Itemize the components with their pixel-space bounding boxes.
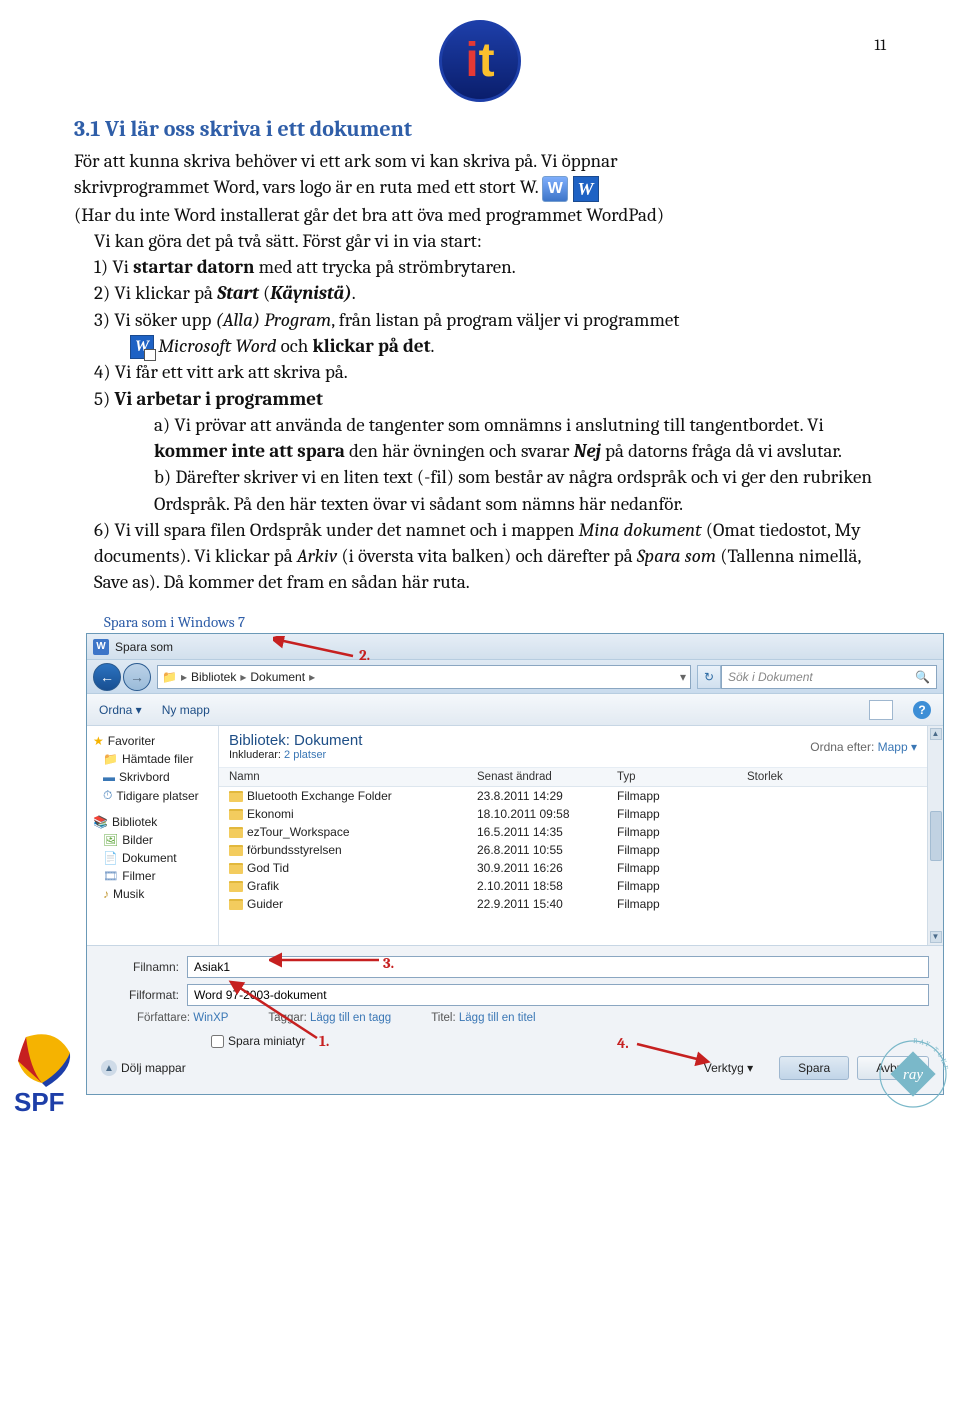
tools-menu[interactable]: Verktyg ▾: [704, 1061, 753, 1075]
pictures-icon: 🖼: [103, 833, 118, 847]
save-button[interactable]: Spara: [779, 1056, 849, 1080]
folder-icon: [229, 845, 243, 856]
annotation-3: 3.: [383, 954, 394, 972]
table-row[interactable]: God Tid30.9.2011 16:26Filmapp: [219, 859, 927, 877]
documents-icon: 📄: [103, 851, 118, 865]
back-button[interactable]: ←: [93, 663, 121, 691]
filename-input[interactable]: [187, 956, 929, 978]
desktop-icon: ▬: [103, 770, 115, 784]
view-options-button[interactable]: [869, 700, 893, 720]
sidebar-item-pictures[interactable]: 🖼Bilder: [91, 831, 214, 849]
recent-icon: ⏱: [103, 788, 112, 803]
library-icon: 📚: [93, 815, 108, 829]
column-headers[interactable]: Namn Senast ändrad Typ Storlek: [219, 768, 927, 787]
folder-icon: [229, 881, 243, 892]
annotation-2: 2.: [359, 646, 370, 664]
dialog-title: Spara som: [115, 640, 173, 654]
sort-control[interactable]: Ordna efter: Mapp ▾: [810, 740, 917, 754]
sidebar-favorites[interactable]: ★Favoriter: [91, 732, 214, 750]
sidebar-item-videos[interactable]: 🎞Filmer: [91, 867, 214, 885]
file-list: Bibliotek: Dokument Inkluderar: 2 platse…: [219, 726, 927, 945]
sidebar-item-documents[interactable]: 📄Dokument: [91, 849, 214, 867]
word-icon-2: W: [573, 176, 599, 202]
p1b-text: skrivprogrammet Word, vars logo är en ru…: [74, 176, 542, 198]
scrollbar[interactable]: ▲ ▼: [927, 726, 943, 945]
dialog-caption: Spara som i Windows 7: [104, 613, 886, 631]
search-icon: 🔍: [915, 670, 930, 684]
ray-logo: ray RAY TUKEE: [876, 1037, 950, 1111]
author-value[interactable]: WinXP: [193, 1012, 228, 1024]
breadcrumb[interactable]: 📁 ▸ Bibliotek ▸ Dokument ▸ ▾: [157, 665, 691, 689]
paragraph-1b: skrivprogrammet Word, vars logo är en ru…: [74, 174, 886, 202]
filename-label: Filnamn:: [101, 960, 187, 974]
videos-icon: 🎞: [103, 869, 118, 883]
star-icon: ★: [93, 734, 104, 748]
help-icon[interactable]: ?: [913, 701, 931, 719]
sidebar-libraries[interactable]: 📚Bibliotek: [91, 813, 214, 831]
organize-button[interactable]: Ordna ▾: [99, 703, 142, 717]
dialog-titlebar: W Spara som: [87, 634, 943, 660]
li-5b: b) Därefter skriver vi en liten text (-f…: [74, 464, 886, 516]
sidebar-item-music[interactable]: ♪Musik: [91, 885, 214, 903]
table-row[interactable]: Guider22.9.2011 15:40Filmapp: [219, 895, 927, 913]
music-icon: ♪: [103, 887, 109, 901]
table-row[interactable]: Bluetooth Exchange Folder23.8.2011 14:29…: [219, 787, 927, 805]
li-1: 1) Vi startar datorn med att trycka på s…: [74, 254, 886, 280]
word-small-icon: W: [93, 639, 109, 655]
spf-logo: SPF: [6, 1031, 96, 1117]
dialog-toolbar: Ordna ▾ Ny mapp ?: [87, 694, 943, 726]
sidebar-item-recent[interactable]: ⏱Tidigare platser: [91, 786, 214, 805]
table-row[interactable]: förbundsstyrelsen26.8.2011 10:55Filmapp: [219, 841, 927, 859]
hide-folders-button[interactable]: ▲ Dölj mappar: [101, 1060, 186, 1076]
folder-icon: [229, 827, 243, 838]
li-2: 2) Vi klickar på Start (Käynistä).: [74, 280, 886, 306]
folder-icon: [229, 809, 243, 820]
fileformat-label: Filformat:: [101, 988, 187, 1002]
refresh-button[interactable]: ↻: [697, 665, 721, 689]
locations-link[interactable]: 2 platser: [284, 749, 326, 761]
it-logo: it: [439, 20, 521, 102]
li-3-cont: W Microsoft Word och klickar på det.: [74, 333, 886, 360]
search-input[interactable]: Sök i Dokument 🔍: [721, 665, 937, 689]
title-value[interactable]: Lägg till en titel: [459, 1012, 536, 1024]
dialog-bottom-pane: Filnamn: Filformat: Författare: WinXP Ta…: [87, 946, 943, 1094]
li-3: 3) Vi söker upp (Alla) Program, från lis…: [74, 307, 886, 333]
folder-icon: [229, 863, 243, 874]
scroll-down-button[interactable]: ▼: [930, 931, 942, 943]
scroll-thumb[interactable]: [930, 811, 942, 861]
li-4: 4) Vi får ett vitt ark att skriva på.: [74, 359, 886, 385]
svg-text:ray: ray: [903, 1067, 923, 1083]
word-icon: W: [542, 176, 568, 202]
table-row[interactable]: ezTour_Workspace16.5.2011 14:35Filmapp: [219, 823, 927, 841]
li-5: 5) Vi arbetar i programmet: [74, 386, 886, 412]
paragraph-1a: För att kunna skriva behöver vi ett ark …: [74, 148, 886, 174]
library-heading: Bibliotek: Dokument: [229, 732, 362, 749]
li-6: 6) Vi vill spara filen Ordspråk under de…: [74, 517, 886, 596]
annotation-1: 1.: [319, 1032, 329, 1050]
folder-icon: [229, 899, 243, 910]
paragraph-2: (Har du inte Word installerat går det br…: [74, 202, 886, 228]
scroll-up-button[interactable]: ▲: [930, 728, 942, 740]
dialog-nav: ← → 📁 ▸ Bibliotek ▸ Dokument ▸ ▾ ↻ Sök i…: [87, 660, 943, 694]
svg-text:SPF: SPF: [14, 1087, 65, 1117]
section-heading: 3.1 Vi lär oss skriva i ett dokument: [74, 116, 886, 142]
fileformat-input[interactable]: [187, 984, 929, 1006]
save-as-dialog: W Spara som ← → 📁 ▸ Bibliotek ▸ Dokument…: [86, 633, 944, 1095]
page-number: 11: [874, 36, 886, 54]
table-row[interactable]: Ekonomi18.10.2011 09:58Filmapp: [219, 805, 927, 823]
new-folder-button[interactable]: Ny mapp: [162, 703, 210, 717]
annotation-4: 4.: [617, 1034, 629, 1052]
folder-icon: [229, 791, 243, 802]
li-pre: Vi kan göra det på två sätt. Först går v…: [74, 228, 886, 254]
word-shortcut-icon: W: [130, 335, 154, 359]
dialog-sidebar: ★Favoriter 📁Hämtade filer ▬Skrivbord ⏱Ti…: [87, 726, 219, 945]
forward-button[interactable]: →: [123, 663, 151, 691]
save-thumbnail-checkbox[interactable]: Spara miniatyr: [101, 1034, 929, 1048]
table-row[interactable]: Grafik2.10.2011 18:58Filmapp: [219, 877, 927, 895]
sidebar-item-downloads[interactable]: 📁Hämtade filer: [91, 750, 214, 768]
folder-icon: 📁: [103, 752, 118, 766]
sidebar-item-desktop[interactable]: ▬Skrivbord: [91, 768, 214, 786]
li-5a: a) Vi prövar att använda de tangenter so…: [74, 412, 886, 464]
tags-value[interactable]: Lägg till en tagg: [310, 1012, 391, 1024]
